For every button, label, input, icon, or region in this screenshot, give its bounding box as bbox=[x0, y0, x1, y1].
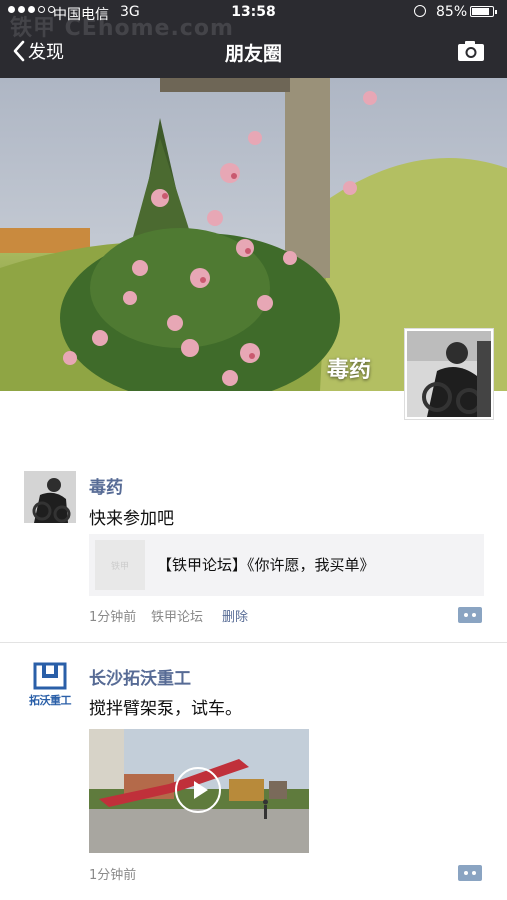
battery-icon bbox=[470, 6, 497, 17]
divider bbox=[0, 642, 507, 643]
rotation-lock-icon bbox=[414, 5, 426, 17]
post-meta: 1分钟前 bbox=[89, 864, 136, 883]
delete-button[interactable]: 删除 bbox=[222, 606, 248, 625]
link-title: 【铁甲论坛】《你许愿，我买单》 bbox=[157, 556, 375, 574]
post-time: 1分钟前 bbox=[89, 610, 137, 625]
post-source[interactable]: 铁甲论坛 bbox=[151, 606, 203, 625]
company-logo-text: 拓沃重工 bbox=[29, 694, 72, 707]
shared-link-card[interactable]: 铁甲 【铁甲论坛】《你许愿，我买单》 bbox=[89, 534, 484, 596]
profile-name: 毒药 bbox=[327, 358, 372, 383]
top-bar: 中国电信 3G 13:58 85% 铁甲 CEhome.com 发现 朋友圈 bbox=[0, 0, 507, 78]
battery-percent: 85% bbox=[436, 4, 468, 20]
profile-avatar[interactable] bbox=[404, 328, 494, 420]
page-title: 朋友圈 bbox=[224, 43, 282, 65]
avatar-image bbox=[407, 331, 491, 417]
post-avatar[interactable]: 拓沃重工 bbox=[24, 662, 76, 714]
post-author[interactable]: 长沙拓沃重工 bbox=[89, 664, 191, 689]
comment-menu-icon[interactable] bbox=[458, 865, 482, 881]
nav-bar: 发现 朋友圈 bbox=[0, 28, 507, 78]
post-avatar[interactable] bbox=[24, 471, 76, 523]
comment-menu-icon[interactable] bbox=[458, 607, 482, 623]
post-author[interactable]: 毒药 bbox=[89, 473, 123, 498]
post-time: 1分钟前 bbox=[89, 868, 137, 883]
camera-icon[interactable] bbox=[457, 40, 485, 62]
post-meta: 1分钟前 铁甲论坛 删除 bbox=[89, 606, 248, 625]
link-thumbnail: 铁甲 bbox=[95, 540, 145, 590]
play-icon[interactable] bbox=[175, 767, 221, 813]
avatar-image bbox=[24, 471, 76, 523]
post-text: 快来参加吧 bbox=[89, 509, 174, 529]
post-text: 搅拌臂架泵，试车。 bbox=[89, 699, 242, 719]
video-thumbnail[interactable] bbox=[89, 729, 309, 853]
